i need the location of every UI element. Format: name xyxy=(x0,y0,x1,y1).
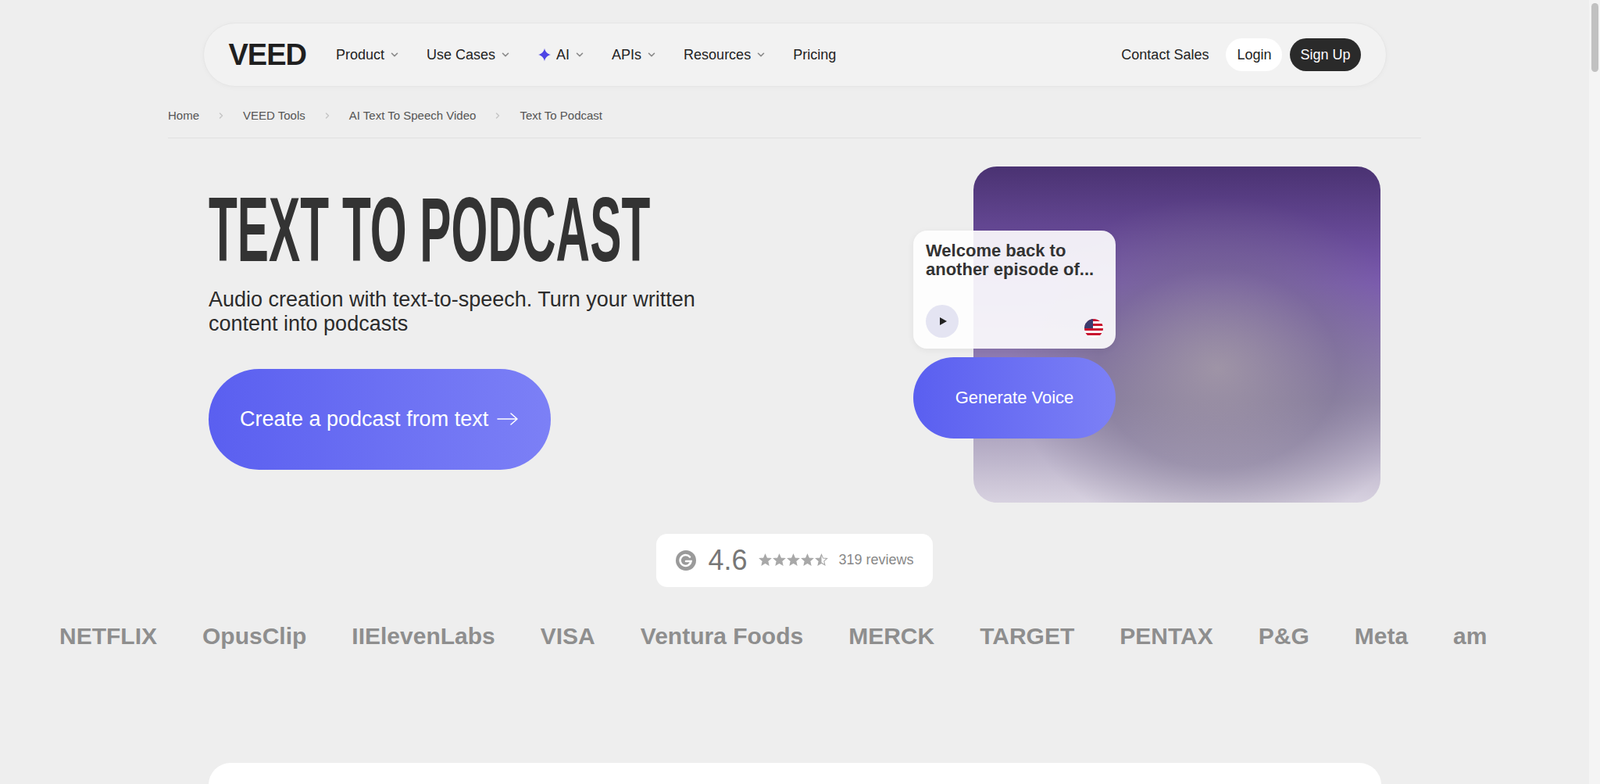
play-button[interactable] xyxy=(925,304,959,338)
customer-logo: NETFLIX xyxy=(59,624,158,648)
us-flag-icon xyxy=(1084,318,1104,338)
nav-item-label: Resources xyxy=(683,44,751,66)
login-button[interactable]: Login xyxy=(1225,38,1283,72)
nav-left: VEED Product Use Cases AI APIs Resources Prici… xyxy=(228,39,837,70)
chevron-down-icon xyxy=(389,49,400,61)
nav-item-label: Pricing xyxy=(792,44,836,66)
nav-item[interactable]: APIs xyxy=(611,44,658,66)
breadcrumb-item[interactable]: Home xyxy=(167,107,200,125)
page: VEED Product Use Cases AI APIs Resources Prici… xyxy=(0,0,1600,784)
star-icon xyxy=(758,553,772,567)
rating-score: 4.6 xyxy=(707,546,747,575)
signup-button[interactable]: Sign Up xyxy=(1289,38,1361,72)
nav-right: Contact Sales LoginSign Up xyxy=(1121,38,1361,72)
nav-item-label: APIs xyxy=(611,44,642,66)
star-icon xyxy=(772,553,786,567)
star-icon xyxy=(786,553,800,567)
chevron-right-icon xyxy=(216,110,226,121)
customer-logo: VISA xyxy=(540,624,596,648)
customer-logo: TARGET xyxy=(979,624,1075,648)
play-icon xyxy=(938,316,948,326)
sparkle-icon xyxy=(537,47,552,62)
nav-item[interactable]: Pricing xyxy=(792,44,836,66)
customer-logo: OpusClip xyxy=(202,624,307,648)
create-podcast-button[interactable]: Create a podcast from text xyxy=(208,368,551,470)
generate-voice-button[interactable]: Generate Voice xyxy=(913,357,1116,439)
chevron-down-icon xyxy=(500,49,511,61)
content-card xyxy=(208,762,1382,784)
star-icon xyxy=(800,553,815,567)
star-icon xyxy=(814,553,829,567)
customer-logo: MERCK xyxy=(848,624,935,648)
hero-title: TEXT TO PODCAST xyxy=(208,184,453,275)
scrollbar-thumb[interactable] xyxy=(1591,3,1599,72)
chevron-down-icon xyxy=(646,49,658,61)
nav-item[interactable]: Product xyxy=(335,44,400,66)
hero-left: TEXT TO PODCAST Audio creation with text-… xyxy=(208,166,725,503)
breadcrumb-item[interactable]: AI Text To Speech Video xyxy=(349,107,477,125)
nav-item-label: Product xyxy=(335,44,385,66)
rating-reviews: 319 reviews xyxy=(839,549,915,571)
breadcrumb: Home VEED Tools AI Text To Speech Video Tex… xyxy=(167,107,1422,139)
hero-media: Welcome back to another episode of... Gen… xyxy=(913,166,1381,503)
nav-item[interactable]: Use Cases xyxy=(426,44,511,66)
chevron-right-icon xyxy=(322,110,333,121)
rating-badge[interactable]: 4.6 319 reviews xyxy=(656,533,933,587)
top-nav: VEED Product Use Cases AI APIs Resources Prici… xyxy=(203,22,1387,87)
contact-sales-link[interactable]: Contact Sales xyxy=(1121,44,1209,66)
nav-item-label: Use Cases xyxy=(426,44,496,66)
nav-item[interactable]: AI xyxy=(537,44,586,66)
customer-logo: Meta xyxy=(1354,624,1408,648)
arrow-right-icon xyxy=(496,410,520,427)
create-podcast-label: Create a podcast from text xyxy=(239,403,489,436)
rating-stars xyxy=(758,553,829,567)
breadcrumb-item[interactable]: Text To Podcast xyxy=(519,107,603,125)
chevron-down-icon xyxy=(755,49,767,61)
voice-controls xyxy=(925,304,1104,338)
customer-logo: PENTAX xyxy=(1119,624,1213,648)
content: VEED Product Use Cases AI APIs Resources Prici… xyxy=(0,0,1590,784)
chevron-down-icon xyxy=(574,49,586,61)
voice-preview-card: Welcome back to another episode of... xyxy=(913,230,1116,349)
customer-logo: IIElevenLabs xyxy=(351,624,495,648)
customer-logo: am xyxy=(1453,624,1487,648)
nav-item-label: AI xyxy=(556,44,570,66)
breadcrumb-item[interactable]: VEED Tools xyxy=(242,107,306,125)
veed-logo[interactable]: VEED xyxy=(228,39,307,70)
hero: TEXT TO PODCAST Audio creation with text-… xyxy=(208,166,1381,503)
customer-logo: P&G xyxy=(1258,624,1310,648)
hero-subtitle: Audio creation with text-to-speech. Turn… xyxy=(208,287,725,336)
g2-icon xyxy=(675,549,697,572)
chevron-right-icon xyxy=(492,110,503,121)
nav-menu: Product Use Cases AI APIs Resources Pricing xyxy=(335,44,836,66)
voice-caption: Welcome back to another episode of... xyxy=(925,241,1104,279)
scrollbar xyxy=(1589,0,1600,784)
logo-strip: NETFLIX OpusClip IIElevenLabs VISA Ventura F… xyxy=(0,619,1590,653)
nav-item[interactable]: Resources xyxy=(683,44,767,66)
customer-logo: Ventura Foods xyxy=(640,624,804,648)
